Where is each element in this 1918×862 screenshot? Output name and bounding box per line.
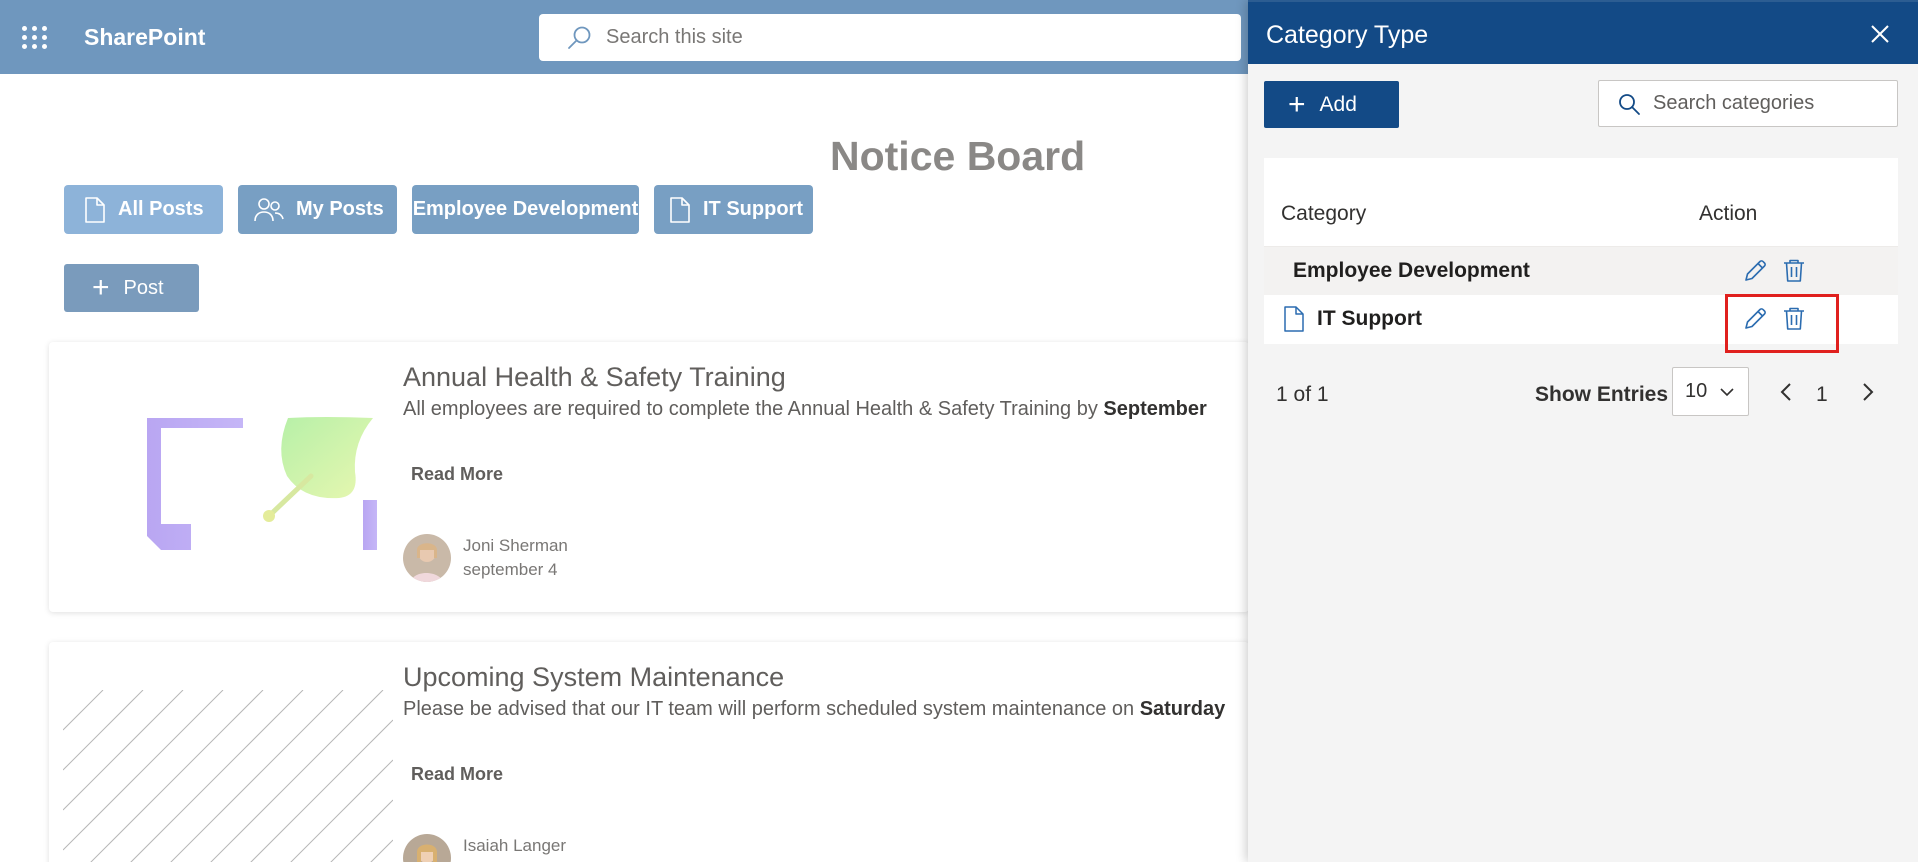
read-more-link[interactable]: Read More bbox=[411, 464, 503, 485]
site-search-box[interactable] bbox=[539, 14, 1241, 61]
category-search-input[interactable] bbox=[1653, 92, 1883, 115]
post-title[interactable]: Upcoming System Maintenance bbox=[403, 662, 784, 693]
panel-title: Category Type bbox=[1266, 21, 1429, 49]
site-search-input[interactable] bbox=[606, 26, 1206, 49]
document-icon bbox=[670, 196, 690, 223]
tab-all-posts[interactable]: All Posts bbox=[64, 185, 223, 234]
new-post-button[interactable]: + Post bbox=[64, 264, 199, 312]
search-icon bbox=[568, 26, 591, 49]
entries-value: 10 bbox=[1685, 380, 1708, 402]
show-entries-label: Show Entries bbox=[1535, 383, 1669, 406]
post-card: Upcoming System Maintenance Please be ad… bbox=[49, 642, 1249, 862]
highlight-box bbox=[1725, 294, 1839, 353]
column-header-action: Action bbox=[1699, 202, 1758, 225]
entries-per-page-dropdown[interactable]: 10 bbox=[1672, 367, 1749, 416]
category-type-panel: Category Type + Add Category Action Empl… bbox=[1248, 0, 1918, 862]
post-card: Annual Health & Safety Training All empl… bbox=[49, 342, 1249, 612]
tab-it-support[interactable]: IT Support bbox=[654, 185, 813, 234]
brand-title[interactable]: SharePoint bbox=[84, 24, 205, 51]
edit-icon[interactable] bbox=[1742, 258, 1768, 284]
tab-label: Employee Development bbox=[412, 198, 639, 220]
post-thumbnail-placeholder bbox=[63, 690, 393, 862]
chevron-right-icon[interactable] bbox=[1856, 380, 1878, 404]
tab-label: My Posts bbox=[296, 198, 384, 220]
author-name: Isaiah Langer bbox=[463, 836, 567, 855]
category-search-box[interactable] bbox=[1598, 80, 1898, 127]
pager-count: 1 of 1 bbox=[1276, 383, 1329, 406]
chevron-down-icon bbox=[1720, 387, 1734, 396]
close-icon[interactable] bbox=[1868, 22, 1892, 46]
post-date: september 4 bbox=[463, 560, 558, 579]
add-button-label: Add bbox=[1319, 92, 1357, 116]
tab-label: All Posts bbox=[118, 198, 204, 220]
delete-icon[interactable] bbox=[1782, 258, 1806, 284]
post-excerpt: All employees are required to complete t… bbox=[403, 398, 1207, 420]
chevron-left-icon[interactable] bbox=[1776, 380, 1798, 404]
search-icon bbox=[1619, 93, 1640, 115]
avatar bbox=[403, 534, 451, 582]
document-icon bbox=[1284, 306, 1304, 332]
avatar bbox=[403, 834, 451, 862]
tab-label: IT Support bbox=[703, 198, 803, 220]
column-header-category[interactable]: Category bbox=[1281, 202, 1366, 226]
post-author-block: Isaiah Langer bbox=[463, 834, 566, 858]
tab-my-posts[interactable]: My Posts bbox=[238, 185, 397, 234]
category-name: IT Support bbox=[1317, 307, 1422, 330]
add-category-button[interactable]: + Add bbox=[1264, 81, 1399, 128]
post-author-block: Joni Sherman september 4 bbox=[463, 534, 568, 582]
plus-icon: + bbox=[1288, 87, 1306, 121]
read-more-link[interactable]: Read More bbox=[411, 764, 503, 785]
tab-employee-development[interactable]: Employee Development bbox=[412, 185, 639, 234]
app-launcher-icon[interactable] bbox=[18, 22, 52, 52]
document-icon bbox=[85, 196, 105, 223]
author-name: Joni Sherman bbox=[463, 536, 568, 555]
panel-header: Category Type bbox=[1248, 0, 1918, 64]
post-button-label: Post bbox=[123, 276, 164, 299]
post-thumbnail bbox=[147, 417, 377, 550]
post-excerpt: Please be advised that our IT team will … bbox=[403, 698, 1226, 720]
post-title[interactable]: Annual Health & Safety Training bbox=[403, 362, 786, 393]
table-row[interactable]: Employee Development bbox=[1264, 247, 1898, 295]
people-icon bbox=[254, 197, 284, 221]
plus-icon: + bbox=[92, 271, 110, 304]
page-title: Notice Board bbox=[830, 133, 1086, 179]
category-name: Employee Development bbox=[1293, 259, 1530, 282]
current-page-number[interactable]: 1 bbox=[1816, 383, 1828, 407]
